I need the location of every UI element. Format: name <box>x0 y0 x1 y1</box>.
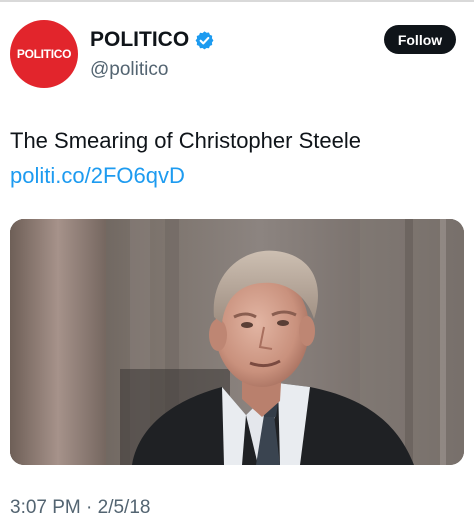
follow-button[interactable]: Follow <box>384 25 456 54</box>
avatar-logo-text: POLITICO <box>16 47 72 61</box>
avatar[interactable]: POLITICO <box>10 20 78 88</box>
verified-badge-icon <box>194 30 215 51</box>
author-handle[interactable]: @politico <box>90 59 168 81</box>
tweet-timestamp[interactable]: 3:07 PM · 2/5/18 <box>10 497 150 519</box>
author-display-name[interactable]: POLITICO <box>90 28 189 52</box>
author-name-row: POLITICO <box>90 28 215 52</box>
tweet-text: The Smearing of Christopher Steele <box>10 128 361 153</box>
tweet-image[interactable] <box>10 219 464 465</box>
photo-man-in-suit <box>10 219 464 465</box>
tweet-link[interactable]: politi.co/2FO6qvD <box>10 163 185 189</box>
tweet-header: POLITICO POLITICO @politico Follow <box>10 20 464 90</box>
top-divider <box>0 0 474 2</box>
